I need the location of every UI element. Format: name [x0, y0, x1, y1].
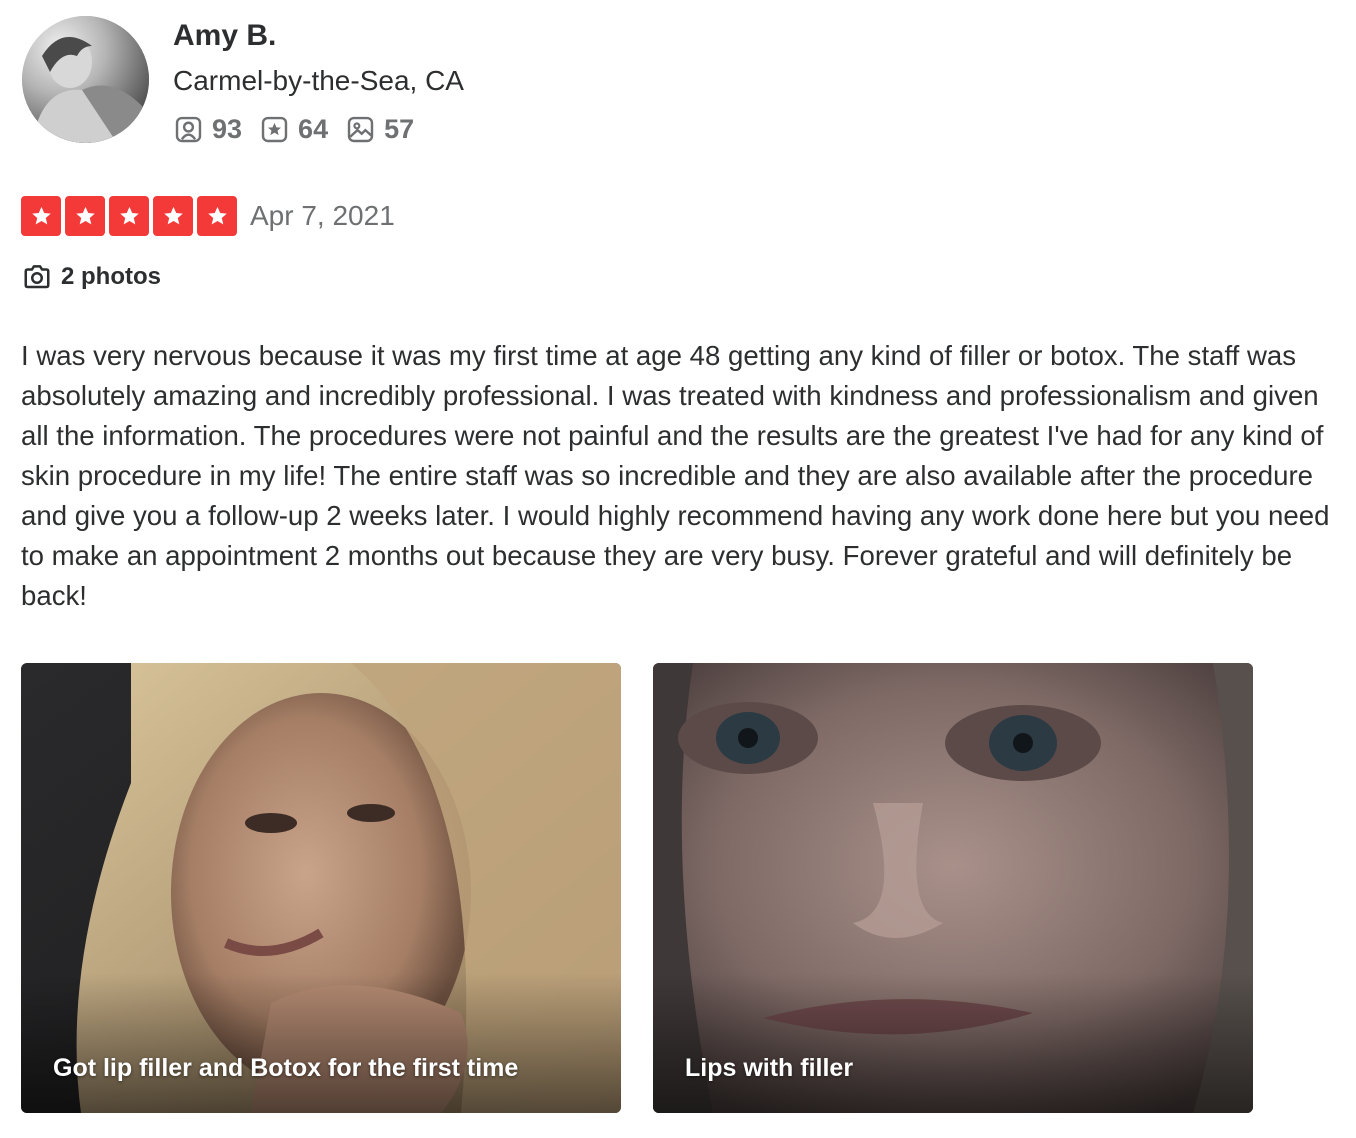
photo-caption: Lips with filler	[685, 1054, 854, 1082]
reviews-count: 64	[260, 113, 328, 145]
star-icon	[153, 196, 193, 236]
review-text: I was very nervous because it was my fir…	[21, 340, 1330, 611]
caption-overlay	[21, 973, 621, 1113]
reviews-count-value: 64	[298, 114, 329, 144]
user-name[interactable]: Amy B.	[173, 18, 276, 54]
star-icon	[21, 196, 61, 236]
user-avatar[interactable]	[22, 16, 149, 143]
review-card: Amy B. Carmel-by-the-Sea, CA 93 64 57 Ap…	[0, 0, 1356, 1138]
photo-caption: Got lip filler and Botox for the first t…	[53, 1054, 519, 1082]
avatar-photo	[22, 16, 149, 143]
friends-count-value: 93	[212, 114, 243, 144]
photo-icon	[347, 116, 374, 142]
star-icon	[65, 196, 105, 236]
user-location: Carmel-by-the-Sea, CA	[173, 65, 464, 96]
photos-link-label[interactable]: 2 photos	[61, 263, 161, 291]
review-photo[interactable]: Lips with filler	[653, 663, 1253, 1113]
review-photos-link[interactable]: 2 photos	[22, 260, 161, 294]
star-icon	[197, 196, 237, 236]
photos-count: 57	[346, 113, 414, 145]
review-date: Apr 7, 2021	[250, 200, 395, 231]
star-review-icon	[261, 116, 288, 142]
photos-count-value: 57	[384, 114, 415, 144]
friends-icon	[175, 116, 202, 142]
star-rating	[21, 196, 237, 236]
camera-icon	[24, 265, 50, 289]
user-stats: 93 64 57	[174, 112, 432, 146]
caption-overlay	[653, 973, 1253, 1113]
friends-count: 93	[174, 113, 242, 145]
rating-row: Apr 7, 2021	[21, 196, 395, 236]
star-icon	[109, 196, 149, 236]
review-photo[interactable]: Got lip filler and Botox for the first t…	[21, 663, 621, 1113]
